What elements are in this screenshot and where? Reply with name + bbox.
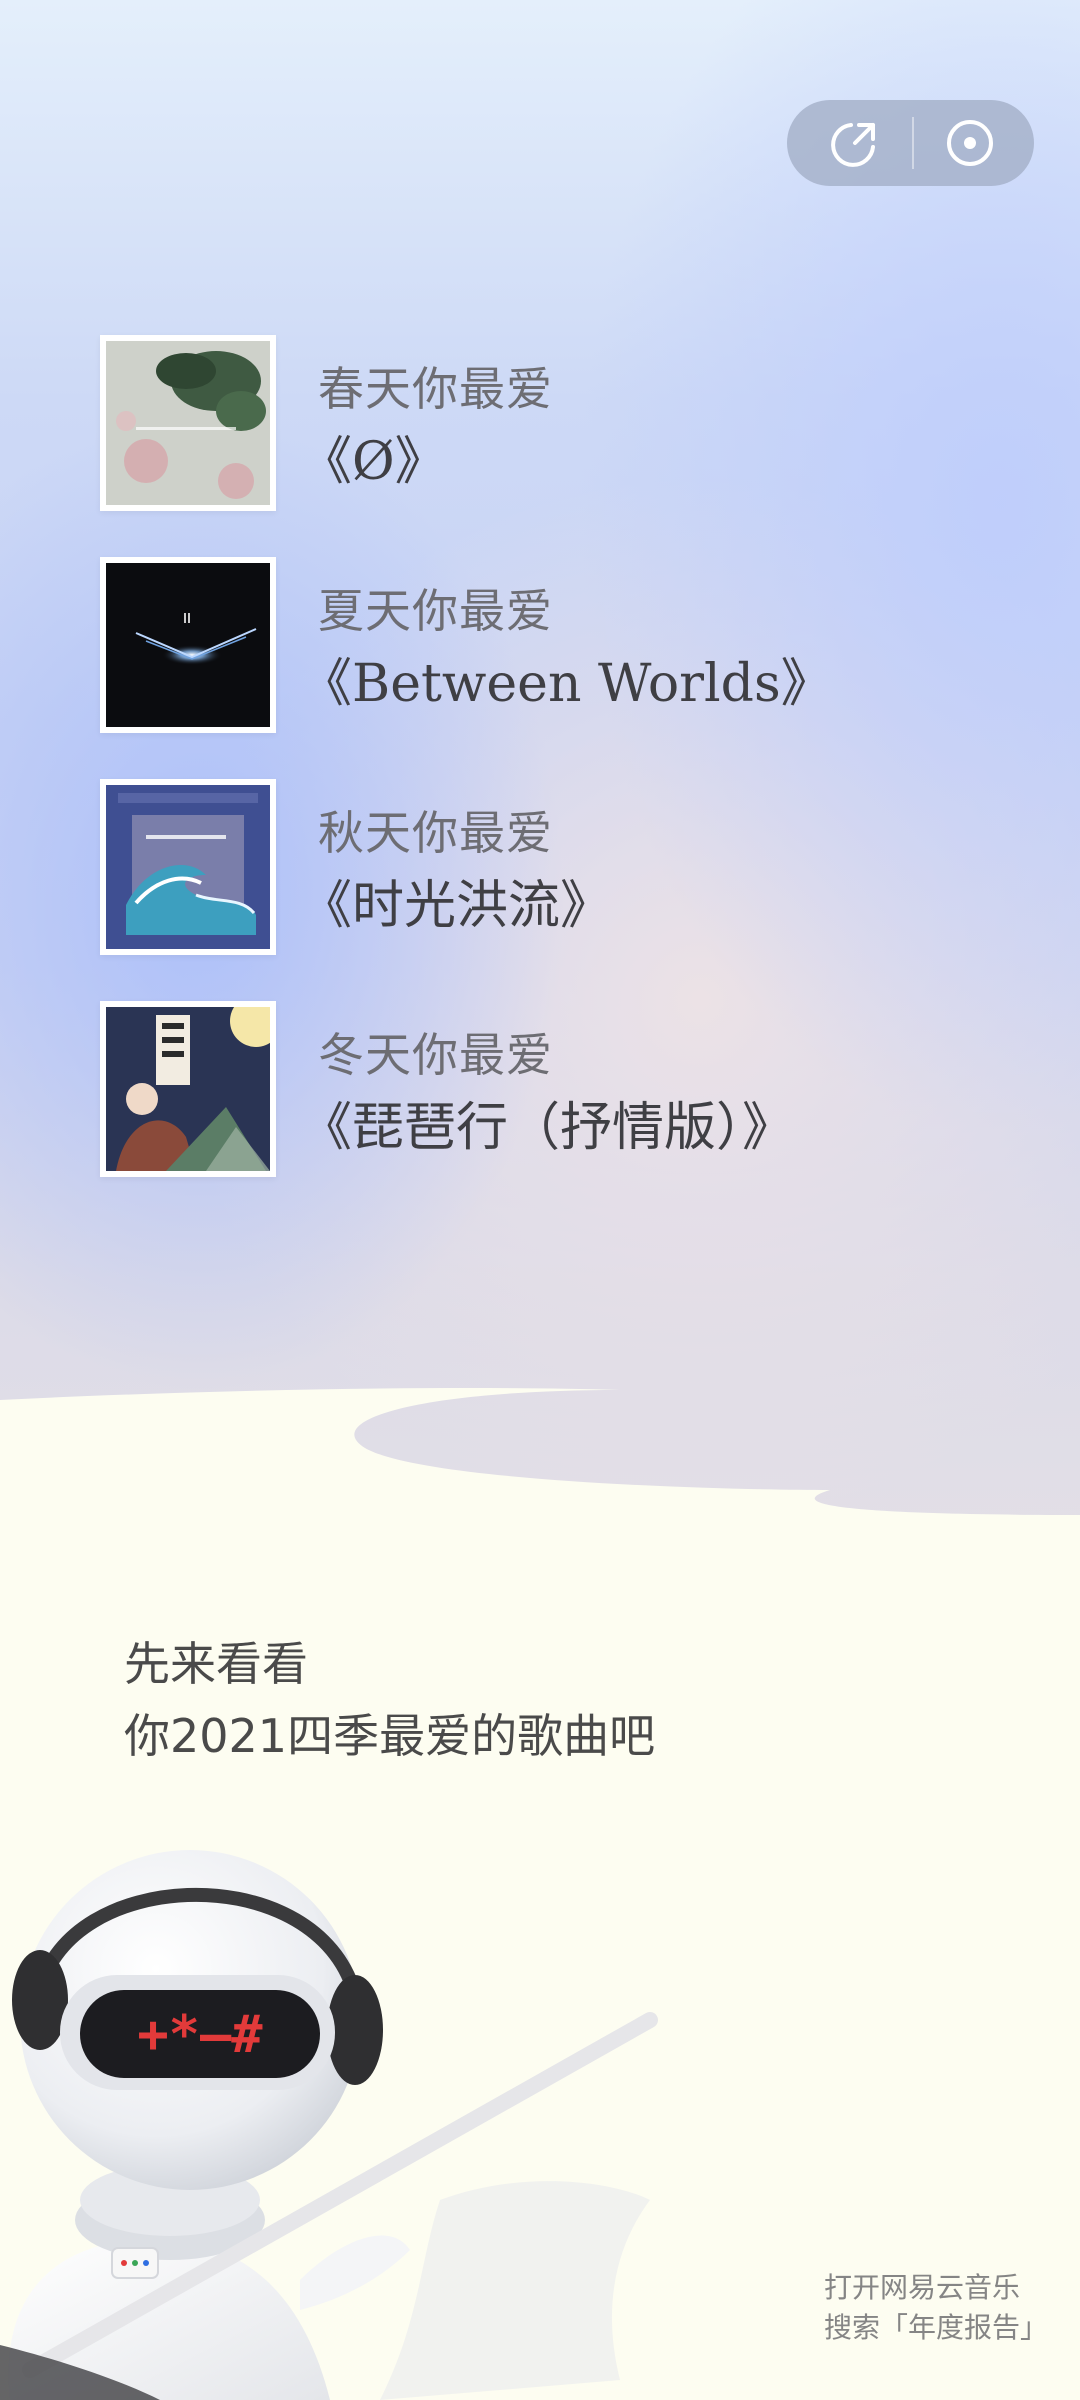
song-item-summer[interactable]: 夏天你最爱 《Between Worlds》 (100, 557, 1000, 733)
top-action-capsule (787, 100, 1034, 186)
capsule-divider (911, 117, 914, 169)
song-title: 《时光洪流》 (300, 876, 613, 936)
season-label: 冬天你最爱 (318, 1028, 553, 1082)
footer-line-1: 打开网易云音乐 (824, 2271, 1021, 2304)
song-title: 《Ø》 (300, 432, 447, 492)
album-cover-summer (100, 557, 276, 733)
song-item-winter[interactable]: 冬天你最爱 《琵琶行（抒情版）》 (100, 1001, 1000, 1177)
robot-visor-text: +*—# (137, 2005, 263, 2065)
intro-text: 先来看看 你2021四季最爱的歌曲吧 (124, 1628, 655, 1772)
season-label: 秋天你最爱 (318, 806, 553, 860)
share-button[interactable] (829, 117, 881, 169)
intro-line-2: 你2021四季最爱的歌曲吧 (124, 1709, 656, 1763)
share-arrow-icon (831, 123, 875, 167)
target-dot-icon (947, 120, 993, 166)
record-button[interactable] (944, 117, 996, 169)
season-label: 春天你最爱 (318, 362, 553, 416)
footer-hint: 打开网易云音乐 搜索「年度报告」 (824, 2268, 1048, 2348)
season-label: 夏天你最爱 (318, 584, 553, 638)
robot-mascot: +*—# (0, 1840, 700, 2400)
album-cover-winter (100, 1001, 276, 1177)
album-cover-autumn (100, 779, 276, 955)
footer-line-2: 搜索「年度报告」 (824, 2311, 1049, 2344)
song-item-autumn[interactable]: 秋天你最爱 《时光洪流》 (100, 779, 1000, 955)
album-cover-spring (100, 335, 276, 511)
song-title: 《琵琶行（抒情版）》 (300, 1098, 795, 1158)
song-title: 《Between Worlds》 (300, 654, 833, 714)
intro-line-1: 先来看看 (124, 1637, 308, 1691)
song-item-spring[interactable]: 春天你最爱 《Ø》 (100, 335, 1000, 511)
